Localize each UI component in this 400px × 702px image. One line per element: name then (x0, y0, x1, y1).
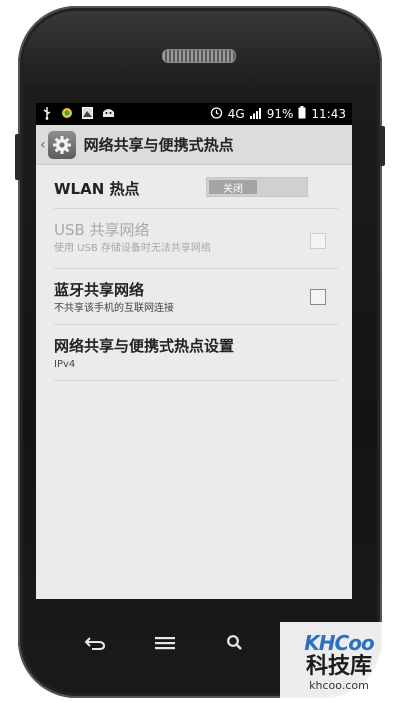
hotspot-settings-row[interactable]: 网络共享与便携式热点设置 IPv4 (54, 325, 338, 381)
alarm-icon (210, 106, 223, 122)
usb-icon (42, 106, 52, 123)
usb-tethering-checkbox (310, 233, 326, 249)
hotspot-settings-summary: IPv4 (54, 359, 76, 370)
usb-tethering-row: USB 共享网络 使用 USB 存储设备时无法共享网络 (54, 209, 338, 269)
page-title: 网络共享与便携式热点 (83, 136, 234, 154)
action-bar: ‹ 网络共享与便携式热点 (36, 125, 352, 165)
settings-list: WLAN 热点 关闭 USB 共享网络 使用 USB 存储设备时无法共享网络 蓝… (36, 165, 352, 381)
hotspot-settings-label: 网络共享与便携式热点设置 (54, 337, 235, 355)
screen: 4G 91% 11:43 ‹ 网络共享与便携式热点 WLAN 热点 关闭 USB… (36, 103, 352, 599)
clock: 11:43 (311, 107, 346, 121)
wlan-hotspot-row[interactable]: WLAN 热点 关闭 (54, 165, 338, 209)
status-bar: 4G 91% 11:43 (36, 103, 352, 125)
bluetooth-tethering-summary: 不共享该手机的互联网连接 (54, 303, 174, 314)
back-icon[interactable] (75, 628, 115, 658)
search-icon[interactable] (215, 628, 255, 658)
network-type: 4G (227, 107, 245, 121)
settings-gear-icon[interactable] (47, 130, 76, 159)
battery-icon (298, 106, 306, 122)
usb-tethering-label: USB 共享网络 (54, 221, 150, 239)
watermark: KHCoo 科技库 khcoo.com (280, 622, 398, 700)
battery-percent: 91% (266, 107, 294, 121)
volume-button[interactable] (15, 134, 20, 180)
watermark-logo: KHCoo (304, 630, 374, 655)
menu-icon[interactable] (145, 628, 185, 658)
up-caret-icon[interactable]: ‹ (40, 137, 46, 153)
notification-icon (61, 107, 73, 122)
toggle-off-label: 关闭 (209, 180, 257, 195)
bluetooth-tethering-row[interactable]: 蓝牙共享网络 不共享该手机的互联网连接 (54, 269, 338, 325)
android-debug-icon (102, 107, 115, 121)
bluetooth-tethering-checkbox[interactable] (310, 289, 326, 305)
signal-icon (249, 107, 262, 122)
watermark-title: 科技库 (305, 653, 372, 679)
bluetooth-tethering-label: 蓝牙共享网络 (54, 281, 145, 299)
earpiece-speaker (162, 49, 236, 63)
power-button[interactable] (380, 126, 385, 166)
usb-tethering-summary: 使用 USB 存储设备时无法共享网络 (54, 243, 211, 254)
wlan-hotspot-toggle[interactable]: 关闭 (206, 177, 308, 197)
image-icon (82, 106, 93, 122)
watermark-url: khcoo.com (309, 678, 369, 692)
